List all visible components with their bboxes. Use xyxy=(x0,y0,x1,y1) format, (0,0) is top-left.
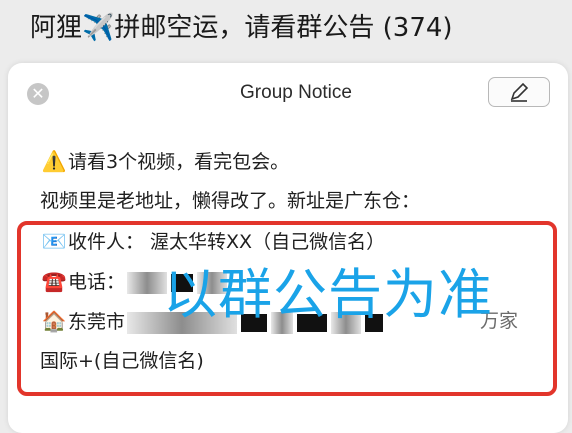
group-notice-panel: ✕ Group Notice ⚠️请看3个视频，看完包会。 视频里是老地址，懒得… xyxy=(8,63,568,433)
edit-button[interactable] xyxy=(488,77,550,107)
phone-label: 电话： xyxy=(68,271,126,293)
pencil-icon xyxy=(510,82,529,102)
house-icon: 🏠 xyxy=(41,309,67,333)
old-address-text: 视频里是老地址，懒得改了。新址是广东仓： xyxy=(40,190,421,212)
last-line-text: 国际+(自己微信名) xyxy=(40,350,204,372)
telephone-icon: ☎️ xyxy=(41,269,67,293)
notice-line-warning: ⚠️请看3个视频，看完包会。 xyxy=(40,146,560,186)
envelope-icon: 📧 xyxy=(41,229,67,253)
city-text: 东莞市 xyxy=(68,311,126,333)
chat-header: 阿狸✈️拼邮空运，请看群公告 (374) xyxy=(0,0,572,60)
recipient-text: 收件人： 渥太华转XX（自己微信名） xyxy=(68,231,386,253)
warning-icon: ⚠️ xyxy=(41,149,67,173)
overlay-annotation: 以群公告为准 xyxy=(163,263,493,326)
warning-text: 请看3个视频，看完包会。 xyxy=(68,151,290,173)
notice-line-old-address: 视频里是老地址，懒得改了。新址是广东仓： xyxy=(40,186,560,226)
chat-title: 阿狸✈️拼邮空运，请看群公告 (374) xyxy=(30,13,453,43)
redacted-block xyxy=(127,271,168,294)
notice-line-last: 国际+(自己微信名) xyxy=(40,346,560,386)
